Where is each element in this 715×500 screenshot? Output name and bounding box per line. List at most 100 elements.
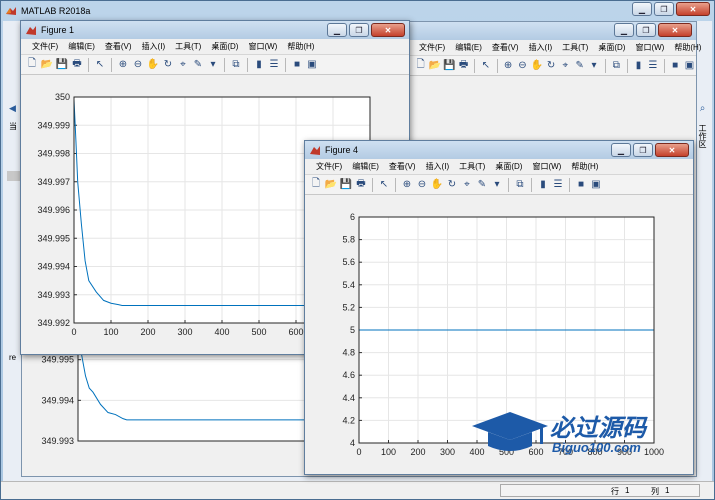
menu-item-2[interactable]: 查看(V) — [100, 41, 137, 52]
rotate-3d-icon[interactable]: ↻ — [161, 58, 175, 72]
print-icon[interactable]: 🖶 — [457, 59, 470, 73]
toolbar-separator — [224, 57, 225, 72]
zoom-in-icon[interactable]: ⊕ — [501, 59, 514, 73]
legend-icon[interactable]: ☰ — [646, 59, 659, 73]
figure-4-menubar: 文件(F) 编辑(E) 查看(V) 插入(I) 工具(T) 桌面(D) 窗口(W) 帮助(H) — [305, 159, 693, 175]
colorbar-icon[interactable]: ▮ — [252, 58, 266, 72]
menu-item-6[interactable]: 窗口(W) — [243, 41, 282, 52]
menu-item-0[interactable]: 文件(F) — [311, 161, 347, 172]
dropdown-arrow-icon[interactable]: ▾ — [206, 58, 220, 72]
new-figure-icon[interactable]: 🗋 — [25, 58, 39, 72]
pan-hand-icon[interactable]: ✋ — [146, 58, 160, 72]
brush-icon[interactable]: ✎ — [475, 178, 489, 192]
menu-item-2[interactable]: 查看(V) — [384, 161, 421, 172]
link-plot-icon[interactable]: ⧉ — [610, 59, 623, 73]
figure-1-close-button[interactable]: ✕ — [371, 23, 405, 37]
menu-item-4[interactable]: 工具(T) — [170, 41, 206, 52]
workspace-tab-label[interactable]: 工作区 — [697, 124, 708, 148]
save-icon[interactable]: 💾 — [55, 58, 69, 72]
data-cursor-icon[interactable]: ⌖ — [176, 58, 190, 72]
figure-1-maximize-button[interactable]: ❐ — [349, 23, 369, 37]
open-file-icon[interactable]: 📂 — [324, 178, 338, 192]
menu-item-1[interactable]: 编辑(E) — [347, 161, 384, 172]
main-titlebar: MATLAB R2018a — [1, 1, 714, 21]
zoom-in-icon[interactable]: ⊕ — [116, 58, 130, 72]
hide-plot-tools-icon[interactable]: ■ — [290, 58, 304, 72]
save-icon[interactable]: 💾 — [339, 178, 353, 192]
new-figure-icon[interactable]: 🗋 — [414, 59, 427, 73]
menu-item-5[interactable]: 桌面(D) — [593, 42, 630, 53]
maximize-button[interactable]: ❐ — [654, 2, 674, 16]
save-icon[interactable]: 💾 — [443, 59, 456, 73]
print-icon[interactable]: 🖶 — [70, 58, 84, 72]
behind-close-button[interactable]: ✕ — [658, 23, 692, 37]
left-nav-arrow-icon[interactable]: ◀ — [9, 103, 16, 114]
pan-hand-icon[interactable]: ✋ — [430, 178, 444, 192]
y-tick-label: 349.995 — [37, 233, 70, 243]
menu-item-5[interactable]: 桌面(D) — [490, 161, 527, 172]
close-button[interactable]: ✕ — [676, 2, 710, 16]
select-arrow-icon[interactable]: ↖ — [479, 59, 492, 73]
menu-item-4[interactable]: 工具(T) — [557, 42, 593, 53]
zoom-out-icon[interactable]: ⊖ — [516, 59, 529, 73]
menu-item-7[interactable]: 帮助(H) — [669, 42, 706, 53]
y-tick-label: 349.993 — [37, 290, 70, 300]
brush-icon[interactable]: ✎ — [191, 58, 205, 72]
select-arrow-icon[interactable]: ↖ — [377, 178, 391, 192]
behind-minimize-button[interactable]: ▁ — [614, 23, 634, 37]
y-tick-label: 349.994 — [41, 395, 74, 405]
pan-hand-icon[interactable]: ✋ — [530, 59, 543, 73]
zoom-in-icon[interactable]: ⊕ — [400, 178, 414, 192]
y-tick-label: 349.994 — [37, 262, 70, 272]
menu-item-2[interactable]: 查看(V) — [487, 42, 524, 53]
figure-1-minimize-button[interactable]: ▁ — [327, 23, 347, 37]
legend-icon[interactable]: ☰ — [267, 58, 281, 72]
zoom-out-icon[interactable]: ⊖ — [131, 58, 145, 72]
show-plot-tools-icon[interactable]: ▣ — [683, 59, 696, 73]
colorbar-icon[interactable]: ▮ — [536, 178, 550, 192]
open-file-icon[interactable]: 📂 — [428, 59, 441, 73]
brush-icon[interactable]: ✎ — [573, 59, 586, 73]
menu-item-6[interactable]: 窗口(W) — [630, 42, 669, 53]
behind-maximize-button[interactable]: ❐ — [636, 23, 656, 37]
menu-item-1[interactable]: 编辑(E) — [450, 42, 487, 53]
new-figure-icon[interactable]: 🗋 — [309, 178, 323, 192]
figure-4-minimize-button[interactable]: ▁ — [611, 143, 631, 157]
menu-item-5[interactable]: 桌面(D) — [206, 41, 243, 52]
figure-4-titlebar: Figure 4 ▁ ❐ ✕ — [305, 141, 693, 159]
hide-plot-tools-icon[interactable]: ■ — [668, 59, 681, 73]
toolbar-separator — [496, 58, 498, 73]
figure-4-maximize-button[interactable]: ❐ — [633, 143, 653, 157]
menu-item-3[interactable]: 插入(I) — [421, 161, 455, 172]
menu-item-3[interactable]: 插入(I) — [137, 41, 171, 52]
minimize-button[interactable]: ▁ — [632, 2, 652, 16]
rotate-3d-icon[interactable]: ↻ — [544, 59, 557, 73]
menu-item-6[interactable]: 窗口(W) — [527, 161, 566, 172]
rotate-3d-icon[interactable]: ↻ — [445, 178, 459, 192]
menu-item-1[interactable]: 编辑(E) — [63, 41, 100, 52]
show-plot-tools-icon[interactable]: ▣ — [589, 178, 603, 192]
colorbar-icon[interactable]: ▮ — [632, 59, 645, 73]
legend-icon[interactable]: ☰ — [551, 178, 565, 192]
show-plot-tools-icon[interactable]: ▣ — [305, 58, 319, 72]
menu-item-4[interactable]: 工具(T) — [454, 161, 490, 172]
menu-item-0[interactable]: 文件(F) — [27, 41, 63, 52]
dropdown-arrow-icon[interactable]: ▾ — [490, 178, 504, 192]
menu-item-0[interactable]: 文件(F) — [414, 42, 450, 53]
menu-item-7[interactable]: 帮助(H) — [282, 41, 319, 52]
data-cursor-icon[interactable]: ⌖ — [559, 59, 572, 73]
y-tick-label: 4.4 — [342, 393, 355, 403]
open-file-icon[interactable]: 📂 — [40, 58, 54, 72]
figure-4-close-button[interactable]: ✕ — [655, 143, 689, 157]
hide-plot-tools-icon[interactable]: ■ — [574, 178, 588, 192]
link-plot-icon[interactable]: ⧉ — [513, 178, 527, 192]
y-tick-label: 4.2 — [342, 415, 355, 425]
dropdown-arrow-icon[interactable]: ▾ — [587, 59, 600, 73]
select-arrow-icon[interactable]: ↖ — [93, 58, 107, 72]
data-cursor-icon[interactable]: ⌖ — [460, 178, 474, 192]
menu-item-3[interactable]: 插入(I) — [524, 42, 558, 53]
print-icon[interactable]: 🖶 — [354, 178, 368, 192]
zoom-out-icon[interactable]: ⊖ — [415, 178, 429, 192]
link-plot-icon[interactable]: ⧉ — [229, 58, 243, 72]
menu-item-7[interactable]: 帮助(H) — [566, 161, 603, 172]
